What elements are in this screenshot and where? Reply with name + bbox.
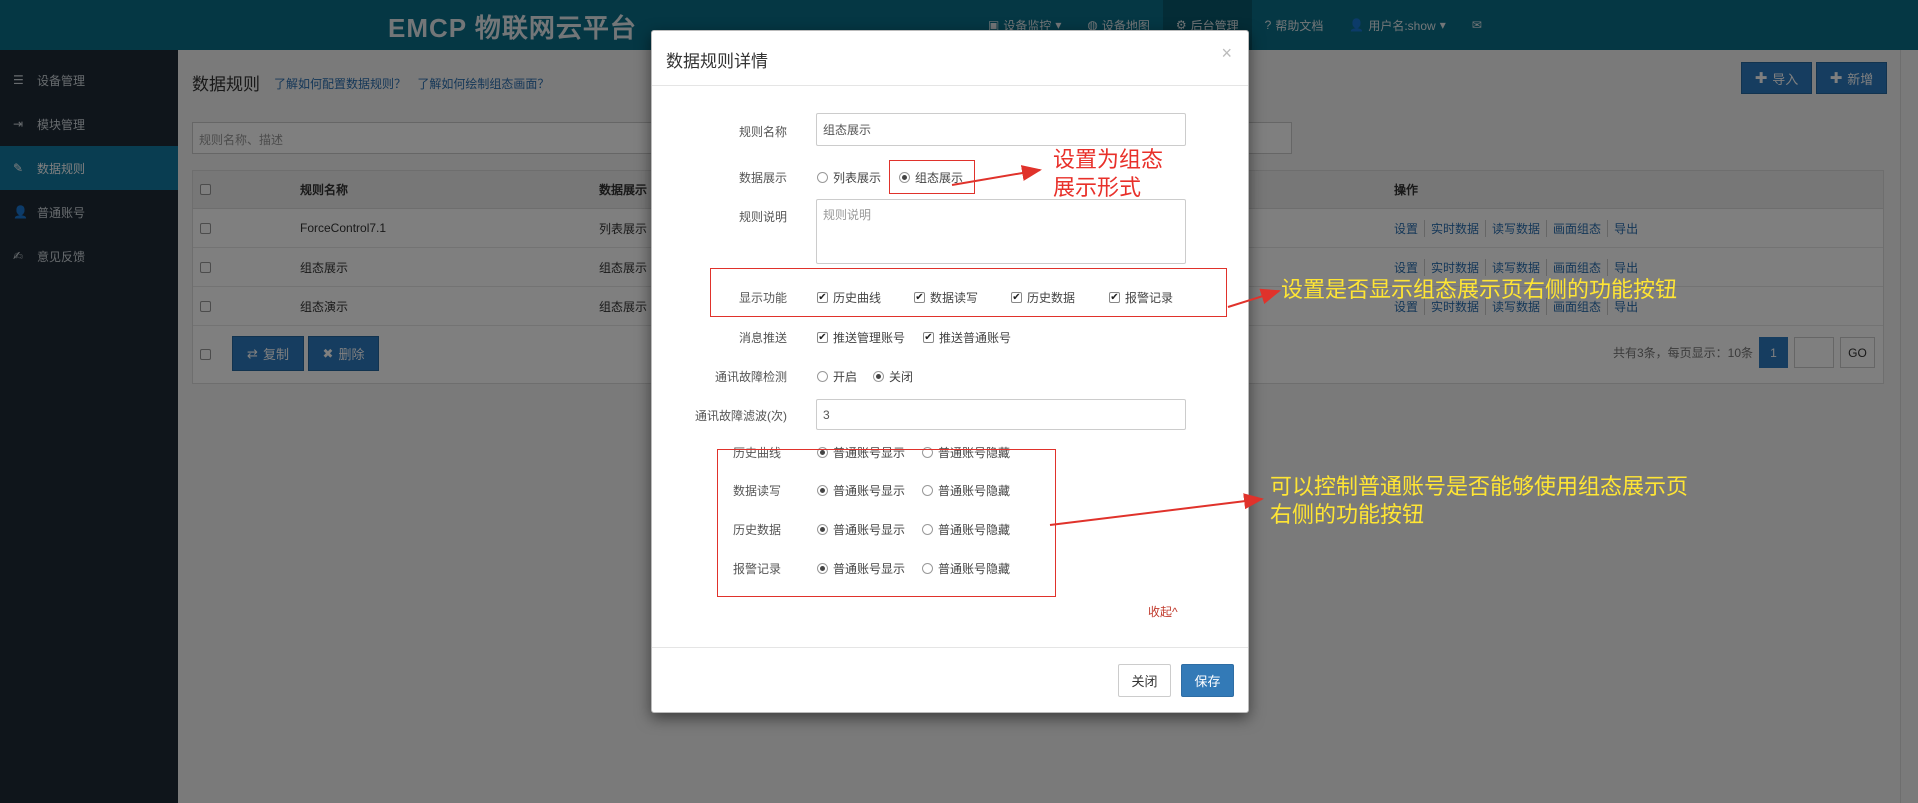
annotation-arrows [951, 165, 1281, 526]
annotation-display-note: 设置为组态 展示形式 [1053, 148, 1164, 201]
arrow-functions-note [1227, 288, 1281, 308]
arrow-display-note [951, 165, 1042, 186]
annotation-functions-note: 设置是否显示组态展示页右侧的功能按钮 [1281, 278, 1678, 303]
screen: EMCP 物联网云平台 ▣设备监控▾◍设备地图⚙后台管理?帮助文档👤用户名:sh… [0, 0, 1918, 803]
arrow-visibility-note [1049, 493, 1264, 526]
annotation-visibility-note: 可以控制普通账号是否能够使用组态展示页 右侧的功能按钮 [1270, 475, 1689, 528]
